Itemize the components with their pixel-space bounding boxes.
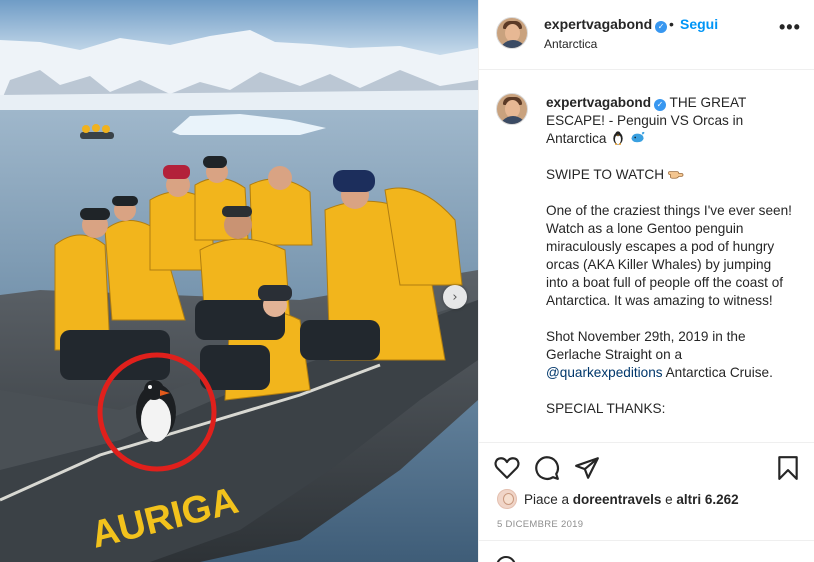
comment-bar xyxy=(479,540,814,562)
post-actions: Piace a doreentravels e altri 6.262 5 DI… xyxy=(479,442,814,540)
bookmark-icon[interactable] xyxy=(775,455,801,481)
emoji-picker-icon[interactable] xyxy=(496,556,516,562)
likes-mid: e xyxy=(665,491,673,507)
verified-badge-icon: ✓ xyxy=(655,21,668,33)
pointing-hand-emoji-icon xyxy=(667,171,684,179)
author-username-link[interactable]: expertvagabond ✓ xyxy=(544,16,668,33)
whale-emoji-icon xyxy=(631,131,645,143)
caption-text: expertvagabond ✓ THE GREAT ESCAPE! - Peng… xyxy=(546,94,794,418)
likes-prefix: Piace a xyxy=(524,491,570,507)
share-icon[interactable] xyxy=(574,455,600,481)
heart-icon[interactable] xyxy=(494,455,520,481)
liker-avatar[interactable] xyxy=(497,489,517,509)
comment-icon[interactable] xyxy=(534,455,560,481)
caption-author-avatar[interactable] xyxy=(496,93,528,125)
caption-username[interactable]: expertvagabond xyxy=(546,95,651,110)
liker-username[interactable]: doreentravels xyxy=(573,492,662,507)
caption-area: expertvagabond ✓ THE GREAT ESCAPE! - Peng… xyxy=(479,70,814,442)
post-header: expertvagabond ✓ • Segui Antarctica ••• xyxy=(479,0,814,70)
more-options-icon[interactable]: ••• xyxy=(779,18,801,36)
caption-thanks: SPECIAL THANKS: xyxy=(546,401,666,416)
post-photo[interactable]: AURIGA › xyxy=(0,0,478,562)
author-avatar[interactable] xyxy=(496,17,528,49)
caption-swipe: SWIPE TO WATCH xyxy=(546,167,665,182)
chevron-right-icon: › xyxy=(452,289,458,305)
header-separator: • xyxy=(669,16,674,32)
caption-cruise: Antarctica Cruise. xyxy=(665,365,773,380)
next-slide-button[interactable]: › xyxy=(443,285,467,309)
author-username: expertvagabond xyxy=(544,16,653,32)
post-date[interactable]: 5 DICEMBRE 2019 xyxy=(497,519,583,530)
photo-scene: AURIGA xyxy=(0,0,478,562)
post-details-panel: expertvagabond ✓ • Segui Antarctica ••• e… xyxy=(478,0,814,562)
caption-shot-info: Shot November 29th, 2019 in the Gerlache… xyxy=(546,329,746,362)
follow-button[interactable]: Segui xyxy=(680,16,718,32)
mention-link[interactable]: @quarkexpeditions xyxy=(546,365,663,380)
caption-story: One of the craziest things I've ever see… xyxy=(546,203,792,308)
likes-count[interactable]: altri 6.262 xyxy=(676,492,738,507)
location-link[interactable]: Antarctica xyxy=(544,37,597,51)
penguin-emoji-icon xyxy=(613,131,623,145)
likes-summary: Piace a doreentravels e altri 6.262 xyxy=(497,489,739,509)
verified-badge-icon: ✓ xyxy=(654,99,666,111)
